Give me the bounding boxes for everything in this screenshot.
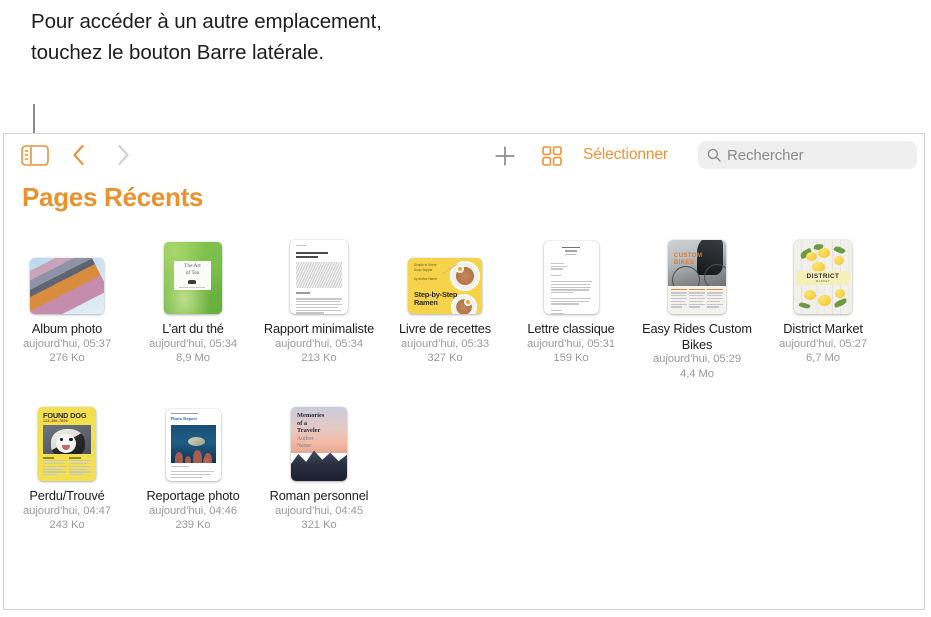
forward-button[interactable] [110,142,136,168]
found-dog-phone: 123-456-7899 [43,419,68,423]
document-date: aujourd’hui, 05:34 [148,337,238,350]
callout-text: Pour accéder à un autre emplacement, tou… [31,10,382,64]
thumbnail-container: Memories of a Traveler Author Name [291,389,347,481]
document-date: aujourd’hui, 05:27 [778,337,868,350]
novel-title: Memories of a Traveler [297,412,325,435]
select-button[interactable]: Sélectionner [583,144,668,166]
document-date: aujourd’hui, 05:34 [274,337,364,350]
document-size: 327 Ko [427,352,463,364]
document-date: aujourd’hui, 05:33 [400,337,490,350]
thumbnail-container: The Art of Tea [164,222,222,314]
document-size: 276 Ko [49,352,85,364]
add-document-button[interactable] [491,142,519,170]
document-item[interactable]: Simple to Serve Soup Supper by Author Name… [382,222,508,366]
document-size: 6,7 Mo [806,352,840,364]
market-subtitle: MARKET [815,280,831,284]
photo-report-thumbnail: Photo Report [165,409,221,481]
sidebar-toggle-button[interactable] [20,144,50,167]
document-item[interactable]: Album photo aujourd’hui, 05:37 276 Ko [4,222,130,366]
document-name: Roman personnel [269,488,369,503]
document-item[interactable]: CUSTOM BIKES Easy Rides Custom Bikes auj… [634,222,760,381]
art-of-tea-thumbnail: The Art of Tea [164,242,222,314]
document-name: District Market [783,321,863,336]
search-input[interactable]: Rechercher [698,141,917,169]
document-name: L’art du thé [162,321,224,336]
novel-author: Author Name [297,436,314,449]
document-date: aujourd’hui, 05:37 [22,337,112,350]
document-item[interactable]: DISTRICT MARKET District Market aujourd’… [760,222,886,366]
minimal-report-thumbnail [290,240,348,314]
sidebar-icon [21,145,49,166]
document-date: aujourd’hui, 05:31 [526,337,616,350]
document-size: 8,9 Mo [176,352,210,364]
document-size: 239 Ko [175,519,211,531]
teapot-icon [188,280,197,285]
thumbnail-container: DISTRICT MARKET [794,222,852,314]
document-item[interactable]: FOUND DOG 123-456-7899 Perdu/Trouvé aujo… [4,389,130,533]
document-name: Reportage photo [146,488,240,503]
document-size: 159 Ko [553,352,589,364]
chevron-right-icon [118,144,129,166]
plus-icon [495,146,515,166]
back-button[interactable] [66,142,92,168]
thumbnail-container: FOUND DOG 123-456-7899 [38,389,96,481]
easy-rides-thumbnail: CUSTOM BIKES [668,240,726,314]
thumbnail-container: Simple to Serve Soup Supper by Author Name… [408,222,482,314]
thumbnail-container [543,222,599,314]
document-name: Lettre classique [527,321,615,336]
photo-report-title: Photo Report [170,416,197,422]
document-size: 321 Ko [301,519,337,531]
document-size: 243 Ko [49,519,85,531]
document-size: 4,4 Mo [680,367,714,380]
thumbnail-container [30,222,104,314]
grid-view-button[interactable] [538,144,566,168]
ramen-subtitle: Simple to Serve Soup Supper by Author Name [414,263,437,281]
document-date: aujourd’hui, 04:46 [148,504,238,517]
document-name: Album photo [31,321,103,336]
documents-grid: Album photo aujourd’hui, 05:37 276 Ko Th… [4,222,924,541]
personal-novel-thumbnail: Memories of a Traveler Author Name [291,407,347,481]
classic-letter-thumbnail [543,241,599,314]
document-name: Perdu/Trouvé [29,488,105,503]
thumbnail-container: Photo Report [165,389,221,481]
search-icon [707,148,721,162]
document-date: aujourd’hui, 05:29 [652,353,742,365]
document-size: 213 Ko [301,352,337,364]
document-item[interactable]: The Art of Tea L’art du thé aujourd’hui,… [130,222,256,366]
document-item[interactable]: Lettre classique aujourd’hui, 05:31 159 … [508,222,634,366]
page-title: Pages Récents [22,182,204,212]
chevron-left-icon [73,144,84,166]
search-placeholder: Rechercher [727,146,804,164]
album-photo-thumbnail [30,258,104,314]
thumbnail-container [290,222,348,314]
district-market-thumbnail: DISTRICT MARKET [794,240,852,314]
document-name: Livre de recettes [398,321,492,336]
document-date: aujourd’hui, 04:47 [22,504,112,517]
document-item[interactable]: Rapport minimaliste aujourd’hui, 05:34 2… [256,222,382,366]
thumbnail-container: CUSTOM BIKES [668,222,726,314]
grid-view-icon [542,146,562,166]
bike-cover-title: CUSTOM BIKES [673,251,703,266]
ramen-title: Step-by-Step Ramen [414,289,458,308]
files-browser-window: Sélectionner Rechercher Pages Récents Al… [3,133,925,610]
toolbar: Sélectionner Rechercher [4,134,924,176]
found-dog-thumbnail: FOUND DOG 123-456-7899 [38,407,96,481]
document-item[interactable]: Photo Report Reportage photo aujourd’hui… [130,389,256,533]
recipe-book-thumbnail: Simple to Serve Soup Supper by Author Name… [408,258,482,314]
document-name: Rapport minimaliste [263,321,375,336]
document-name: Easy Rides Custom Bikes [642,321,752,352]
tea-cover-line2: of Tea [185,270,200,277]
document-item[interactable]: Memories of a Traveler Author Name Roman… [256,389,382,533]
document-date: aujourd’hui, 04:45 [274,504,364,517]
